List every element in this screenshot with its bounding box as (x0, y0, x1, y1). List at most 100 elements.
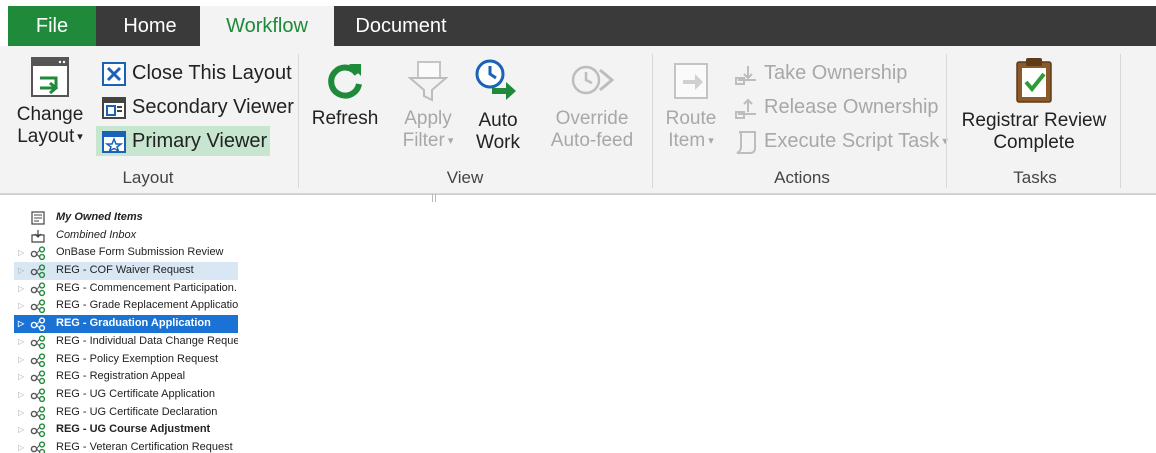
take-ownership-button[interactable]: Take Ownership (734, 58, 907, 88)
apply-filter-button[interactable]: Apply Filter ▾ (392, 58, 464, 152)
auto-work-button[interactable]: Auto Work (466, 58, 530, 154)
route-item-button[interactable]: Route Item ▾ (658, 58, 724, 152)
auto-work-label-1: Auto (478, 110, 518, 131)
workflow-icon (30, 441, 46, 453)
tree-item-label: REG - Grade Replacement Application (56, 299, 238, 312)
layout-group-label: Layout (122, 168, 174, 187)
group-divider (1120, 54, 1121, 188)
expand-arrow-icon[interactable]: ▷ (18, 297, 24, 315)
panel-splitter[interactable] (0, 194, 1156, 202)
tree-item[interactable]: ▷ REG - UG Course Adjustment (14, 421, 238, 439)
registrar-review-complete-button[interactable]: Registrar Review Complete (956, 56, 1112, 154)
tree-item[interactable]: ▷ OnBase Form Submission Review (14, 244, 238, 262)
close-icon (102, 61, 126, 86)
change-layout-button[interactable]: Change Layout ▾ (10, 56, 90, 148)
release-ownership-icon (735, 98, 756, 119)
tree-item[interactable]: ▷ REG - COF Waiver Request (14, 262, 238, 280)
expand-arrow-icon[interactable]: ▷ (18, 244, 24, 262)
expand-arrow-icon[interactable]: ▷ (18, 262, 24, 280)
tree-item-label: REG - Individual Data Change Request (56, 334, 238, 347)
workflow-icon (30, 282, 46, 296)
dropdown-arrow-icon: ▾ (74, 131, 83, 143)
group-divider (946, 54, 947, 188)
expand-arrow-icon[interactable]: ▷ (18, 439, 24, 453)
tree-item-label: REG - UG Course Adjustment (56, 423, 211, 436)
route-item-icon (674, 63, 708, 99)
tab-file[interactable]: File (8, 6, 96, 46)
workflow-icon (30, 317, 46, 332)
inbox-icon (31, 229, 45, 243)
tree-item[interactable]: ▷ REG - Individual Data Change Request (14, 333, 238, 351)
registrar-review-label-2: Complete (993, 132, 1075, 153)
workflow-icon (30, 335, 46, 349)
dropdown-arrow-icon: ▾ (705, 135, 714, 147)
close-this-layout-button[interactable]: Close This Layout (102, 58, 292, 88)
tree-item[interactable]: My Owned Items (14, 209, 238, 227)
workflow-icon (30, 299, 46, 314)
expand-arrow-icon[interactable]: ▷ (18, 386, 24, 404)
primary-viewer-icon (102, 130, 126, 153)
tree-item[interactable]: ▷ REG - Commencement Participation... (14, 280, 238, 298)
refresh-button[interactable]: Refresh (306, 58, 384, 130)
close-this-layout-label: Close This Layout (132, 62, 292, 84)
primary-viewer-label: Primary Viewer (132, 130, 268, 152)
tree-item[interactable]: ▷ REG - UG Certificate Declaration (14, 404, 238, 422)
owned-items-icon (31, 211, 45, 225)
override-auto-feed-button[interactable]: Override Auto-feed (546, 58, 638, 152)
workflow-icon (30, 246, 46, 261)
change-layout-label-1: Change (16, 104, 84, 125)
refresh-icon (328, 64, 362, 99)
workflow-tree: My Owned Items Combined Inbox ▷ OnBase Form… (14, 209, 238, 453)
take-ownership-label: Take Ownership (764, 62, 908, 84)
workflow-icon (30, 370, 46, 385)
override-clock-icon (571, 65, 615, 95)
workflow-icon (30, 423, 46, 438)
expand-arrow-icon[interactable]: ▷ (18, 368, 24, 386)
tab-workflow[interactable]: Workflow (200, 6, 334, 48)
view-group-label: View (446, 168, 484, 187)
tree-item[interactable]: ▷ REG - Veteran Certification Request (14, 439, 238, 453)
workflow-icon (30, 388, 46, 402)
tree-item-label: REG - UG Certificate Declaration (56, 405, 218, 418)
expand-arrow-icon[interactable]: ▷ (18, 404, 24, 422)
splitter-grip[interactable] (432, 194, 436, 202)
tree-item[interactable]: ▷ REG - UG Certificate Application (14, 386, 238, 404)
tree-item[interactable]: Combined Inbox (14, 227, 238, 245)
layout-window-icon (31, 57, 69, 97)
tree-item[interactable]: ▷ REG - Graduation Application (14, 315, 238, 333)
script-scroll-icon (736, 130, 756, 154)
registrar-review-label-1: Registrar Review (961, 110, 1107, 131)
expand-arrow-icon[interactable]: ▷ (18, 421, 24, 439)
release-ownership-button[interactable]: Release Ownership (734, 92, 939, 122)
workflow-icon (30, 352, 46, 367)
workflow-icon (30, 264, 46, 279)
workflow-icon (30, 405, 46, 420)
auto-work-icon (475, 59, 516, 100)
tab-home[interactable]: Home (100, 6, 200, 46)
secondary-viewer-button[interactable]: Secondary Viewer (102, 92, 294, 122)
tree-item[interactable]: ▷ REG - Policy Exemption Request (14, 351, 238, 369)
release-ownership-label: Release Ownership (764, 96, 939, 118)
expand-arrow-icon[interactable]: ▷ (18, 280, 24, 298)
execute-script-task-button[interactable]: Execute Script Task ▾ (734, 126, 948, 156)
refresh-label: Refresh (311, 108, 379, 129)
change-layout-label-2: Layout (17, 126, 75, 148)
tree-item-label: REG - Graduation Application (56, 317, 211, 330)
secondary-viewer-icon (102, 96, 126, 119)
tree-item[interactable]: ▷ REG - Registration Appeal (14, 368, 238, 386)
tab-document[interactable]: Document (340, 6, 462, 46)
tree-item-label: REG - Commencement Participation... (56, 281, 238, 294)
dropdown-arrow-icon: ▾ (444, 135, 454, 147)
expand-arrow-icon[interactable]: ▷ (18, 351, 24, 369)
expand-arrow-icon[interactable]: ▷ (18, 333, 24, 351)
tree-item[interactable]: ▷ REG - Grade Replacement Application (14, 297, 238, 315)
tree-item-label: REG - COF Waiver Request (56, 264, 194, 277)
auto-work-label-2: Work (476, 132, 520, 153)
expand-arrow-icon[interactable]: ▷ (18, 315, 24, 333)
group-divider (652, 54, 653, 188)
primary-viewer-button[interactable]: Primary Viewer (96, 126, 270, 156)
secondary-viewer-label: Secondary Viewer (132, 96, 294, 118)
apply-filter-label-2: Filter (402, 130, 445, 152)
route-item-label-2: Item (668, 130, 706, 152)
apply-filter-label-1: Apply (404, 108, 452, 129)
